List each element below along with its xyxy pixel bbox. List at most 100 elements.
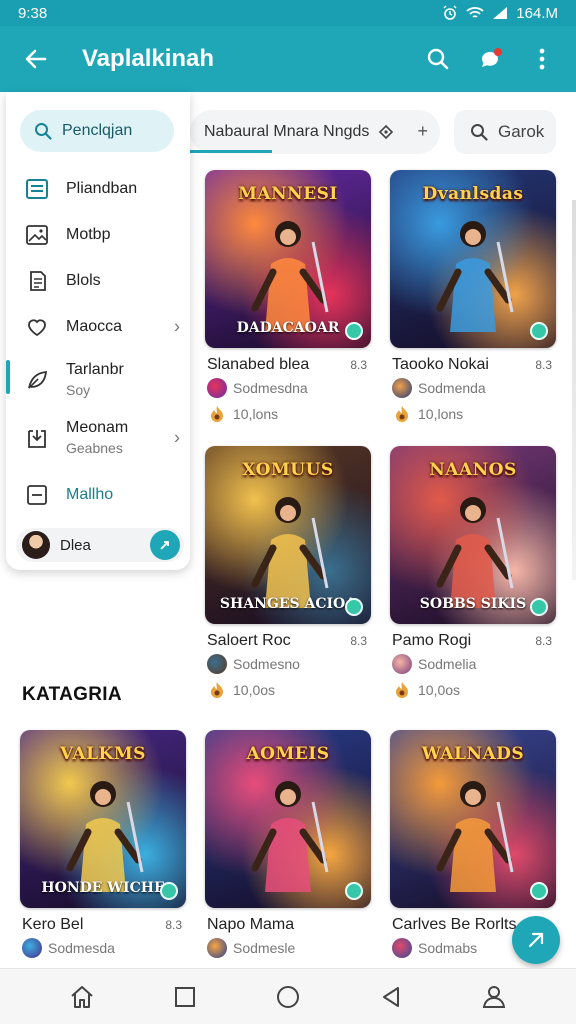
person-icon <box>483 985 506 1008</box>
game-card[interactable]: VALKMS HONDE WICHE Kero Bel 8.3 Sodmesda <box>20 730 186 958</box>
game-cover-art[interactable]: VALKMS HONDE WICHE <box>20 730 186 908</box>
drawer-item-label: Mallho <box>66 486 114 503</box>
developer-icon <box>392 654 412 674</box>
network-speed: 164.M <box>516 4 558 22</box>
cover-title: VALKMS <box>60 744 146 764</box>
nav-recents-button[interactable] <box>165 977 205 1017</box>
circle-icon <box>276 985 299 1008</box>
game-title: Pamo Rogi <box>392 632 472 649</box>
drawer-search[interactable]: Penclqjan <box>20 110 174 152</box>
game-card[interactable]: MANNESI DADACAOAR Slanabed blea 8.3 Sodmesdn… <box>205 170 371 422</box>
flame-icon <box>207 404 227 424</box>
nav-back-button[interactable] <box>371 977 411 1017</box>
drawer-user[interactable]: Dlea <box>16 528 184 562</box>
search-chip-label: Garok <box>498 122 545 141</box>
leaf-icon <box>24 367 50 393</box>
status-time: 9:38 <box>18 4 48 22</box>
notifications-button[interactable] <box>472 41 508 77</box>
drawer-search-label: Penclqjan <box>62 122 133 139</box>
downloads-row: 10,lons <box>392 404 463 424</box>
alarm-icon <box>443 5 457 20</box>
chevron-right-icon: › <box>174 316 180 337</box>
download-count: 10,0os <box>418 682 461 698</box>
verified-badge <box>530 322 548 340</box>
status-bar: 9:38 164.M <box>0 0 576 26</box>
download-count: 10,lons <box>418 406 464 422</box>
drawer-item-motbp[interactable]: Motbp <box>6 220 190 250</box>
drawer-item-mallho[interactable]: Mallho <box>6 480 190 510</box>
game-cover-art[interactable]: AOMEIS <box>205 730 371 908</box>
more-vert-icon <box>539 48 545 70</box>
floating-action-button[interactable] <box>512 916 560 964</box>
game-card[interactable]: AOMEIS Napo Mama Sodmesle <box>205 730 371 958</box>
verified-badge <box>530 882 548 900</box>
square-icon <box>174 986 195 1007</box>
downloads-row: 10,0os <box>392 680 460 700</box>
game-title: Taooko Nokai <box>392 356 489 373</box>
downloads-row: 10,lons <box>207 404 278 424</box>
game-cover-art[interactable]: WALNADS <box>390 730 556 908</box>
game-card[interactable]: NAANOS SOBBS SIKIS Pamo Rogi 8.3 Sodmelia 10,… <box>390 446 556 698</box>
game-card[interactable]: WALNADS Carlves Be Rorlts Sodmabs <box>390 730 556 958</box>
search-button[interactable] <box>420 41 456 77</box>
game-card[interactable]: XOMUUS SHANGES ACIOA Saloert Roc 8.3 Sodmesn… <box>205 446 371 698</box>
flame-icon <box>207 680 227 700</box>
developer-name: Sodmenda <box>418 380 486 396</box>
drawer-item-label: Meonam <box>66 418 129 436</box>
developer-icon <box>207 378 227 398</box>
game-cover-art[interactable]: MANNESI DADACAOAR <box>205 170 371 348</box>
hero-figure-icon <box>251 781 329 892</box>
user-action-button[interactable] <box>150 530 180 560</box>
game-rating: 8.3 <box>165 918 182 932</box>
scroll-edge <box>572 200 576 580</box>
edit-icon <box>160 541 169 550</box>
notification-dot <box>494 48 502 56</box>
document-icon <box>24 268 50 294</box>
nav-profile-button[interactable] <box>474 977 514 1017</box>
status-icons: 164.M <box>442 5 558 22</box>
more-options-button[interactable] <box>524 41 560 77</box>
nav-home-button[interactable] <box>62 977 102 1017</box>
developer-name: Sodmesno <box>233 656 300 672</box>
verified-badge <box>530 598 548 616</box>
drawer-item-pliandban[interactable]: Pliandban <box>6 174 190 204</box>
developer-name: Sodmesda <box>48 940 115 956</box>
developer-name: Sodmesdna <box>233 380 308 396</box>
game-title: Slanabed blea <box>207 356 310 373</box>
developer-name: Sodmabs <box>418 940 478 956</box>
game-rating: 8.3 <box>350 358 367 372</box>
back-button[interactable] <box>18 41 54 77</box>
drawer-item-meonam[interactable]: Meonam Geabnes › <box>6 416 190 460</box>
filter-chip[interactable]: Nabaural Mnara Nngds + <box>190 110 440 154</box>
drawer-item-label: Maocca <box>66 318 123 335</box>
hero-figure-icon <box>66 781 144 892</box>
drawer-item-label: Pliandban <box>66 180 138 197</box>
user-name: Dlea <box>60 536 91 554</box>
download-icon <box>24 425 50 451</box>
game-cover-art[interactable]: NAANOS SOBBS SIKIS <box>390 446 556 624</box>
drawer-item-label: Tarlanbr <box>66 360 124 378</box>
navigation-drawer: Penclqjan Pliandban Motbp Blols Maocca ›… <box>6 92 190 570</box>
drawer-item-blols[interactable]: Blols <box>6 266 190 296</box>
developer-row: Sodmesdna <box>207 378 308 398</box>
arrow-up-right-icon <box>528 932 544 948</box>
add-filter-icon[interactable]: + <box>417 121 428 142</box>
drawer-item-label: Motbp <box>66 226 111 243</box>
drawer-item-tarlanbr[interactable]: Tarlanbr Soy <box>6 358 190 402</box>
back-arrow-icon <box>25 49 47 69</box>
developer-row: Sodmelia <box>392 654 476 674</box>
game-cover-art[interactable]: XOMUUS SHANGES ACIOA <box>205 446 371 624</box>
search-chip[interactable]: Garok <box>454 110 556 154</box>
developer-name: Sodmesle <box>233 940 296 956</box>
drawer-item-maocca[interactable]: Maocca › <box>6 312 190 342</box>
hero-figure-icon <box>251 221 329 332</box>
game-cover-art[interactable]: Dvanlsdas <box>390 170 556 348</box>
game-card[interactable]: Dvanlsdas Taooko Nokai 8.3 Sodmenda 10,lons <box>390 170 556 422</box>
active-tab-indicator <box>190 150 272 153</box>
cover-title: MANNESI <box>238 184 338 204</box>
cover-title: NAANOS <box>429 460 517 480</box>
cover-title: Dvanlsdas <box>422 184 524 204</box>
download-count: 10,lons <box>233 406 279 422</box>
game-title: Kero Bel <box>22 916 84 933</box>
nav-home-circle-button[interactable] <box>268 977 308 1017</box>
